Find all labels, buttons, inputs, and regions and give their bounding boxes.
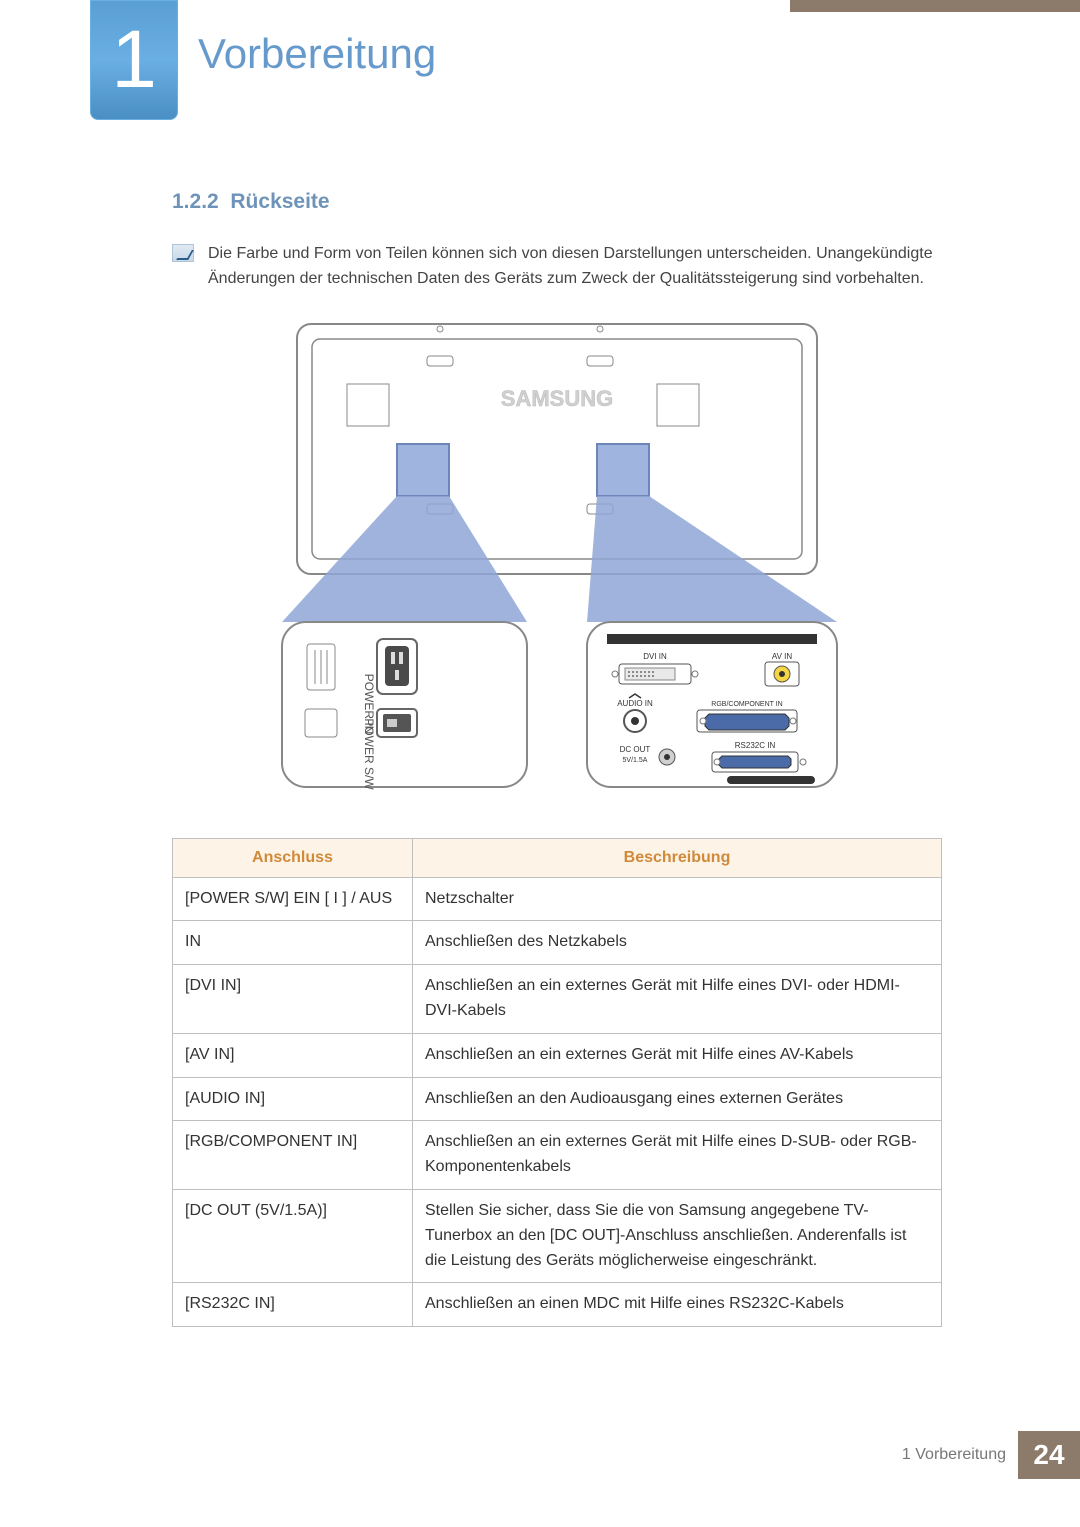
chapter-number: 1: [111, 13, 157, 107]
port-cell: [RGB/COMPONENT IN]: [173, 1121, 413, 1190]
note-text: Die Farbe und Form von Teilen können sic…: [208, 242, 942, 292]
table-row: [AV IN]Anschließen an ein externes Gerät…: [173, 1033, 942, 1077]
rgb-label: RGB/COMPONENT IN: [711, 701, 782, 708]
rs232c-label: RS232C IN: [735, 741, 776, 750]
table-row: [AUDIO IN]Anschließen an den Audioausgan…: [173, 1077, 942, 1121]
desc-cell: Anschließen an ein externes Gerät mit Hi…: [413, 965, 942, 1034]
dc-out-sub-label: 5V/1.5A: [623, 757, 648, 764]
left-detail: POWER IN POWER S/W: [282, 622, 527, 790]
right-detail: DVI IN AV IN AUDIO IN RGB/COMPONENT IN: [587, 622, 837, 787]
footer-label: 1 Vorbereitung: [902, 1446, 1006, 1464]
dvi-in-label: DVI IN: [643, 652, 667, 661]
desc-cell: Anschließen an ein externes Gerät mit Hi…: [413, 1033, 942, 1077]
port-cell: [DVI IN]: [173, 965, 413, 1034]
port-cell: [AV IN]: [173, 1033, 413, 1077]
table-row: [RS232C IN]Anschließen an einen MDC mit …: [173, 1283, 942, 1327]
dc-out-label: DC OUT: [620, 745, 651, 754]
section-heading: 1.2.2 Rückseite: [172, 190, 942, 214]
th-desc: Beschreibung: [413, 838, 942, 877]
desc-cell: Netzschalter: [413, 877, 942, 921]
section-title: Rückseite: [230, 190, 329, 213]
chapter-title: Vorbereitung: [198, 30, 436, 78]
desc-cell: Anschließen an den Audioausgang eines ex…: [413, 1077, 942, 1121]
ports-table: Anschluss Beschreibung [POWER S/W] EIN […: [172, 838, 942, 1328]
th-port: Anschluss: [173, 838, 413, 877]
rear-panel-diagram: SAMSUNG POWER IN POWER S/W: [257, 314, 857, 814]
av-in-label: AV IN: [772, 652, 793, 661]
table-row: INAnschließen des Netzkabels: [173, 921, 942, 965]
table-row: [DVI IN]Anschließen an ein externes Gerä…: [173, 965, 942, 1034]
note-icon: [172, 244, 194, 262]
chapter-badge: 1: [90, 0, 178, 120]
audio-in-label: AUDIO IN: [617, 699, 653, 708]
power-sw-label: POWER S/W: [362, 718, 376, 790]
footer-page-number: 24: [1018, 1431, 1080, 1479]
ports-tbody: [POWER S/W] EIN [ I ] / AUSNetzschalterI…: [173, 877, 942, 1327]
port-cell: [DC OUT (5V/1.5A)]: [173, 1189, 413, 1282]
desc-cell: Anschließen des Netzkabels: [413, 921, 942, 965]
desc-cell: Anschließen an ein externes Gerät mit Hi…: [413, 1121, 942, 1190]
top-accent-bar: [790, 0, 1080, 12]
note-block: Die Farbe und Form von Teilen können sic…: [172, 242, 942, 292]
table-row: [POWER S/W] EIN [ I ] / AUSNetzschalter: [173, 877, 942, 921]
port-cell: [POWER S/W] EIN [ I ] / AUS: [173, 877, 413, 921]
brand-text: SAMSUNG: [501, 386, 613, 411]
section-number: 1.2.2: [172, 190, 219, 213]
port-cell: IN: [173, 921, 413, 965]
page-footer: 1 Vorbereitung 24: [902, 1431, 1080, 1479]
table-row: [DC OUT (5V/1.5A)]Stellen Sie sicher, da…: [173, 1189, 942, 1282]
table-row: [RGB/COMPONENT IN]Anschließen an ein ext…: [173, 1121, 942, 1190]
port-cell: [AUDIO IN]: [173, 1077, 413, 1121]
desc-cell: Anschließen an einen MDC mit Hilfe eines…: [413, 1283, 942, 1327]
desc-cell: Stellen Sie sicher, dass Sie die von Sam…: [413, 1189, 942, 1282]
port-cell: [RS232C IN]: [173, 1283, 413, 1327]
